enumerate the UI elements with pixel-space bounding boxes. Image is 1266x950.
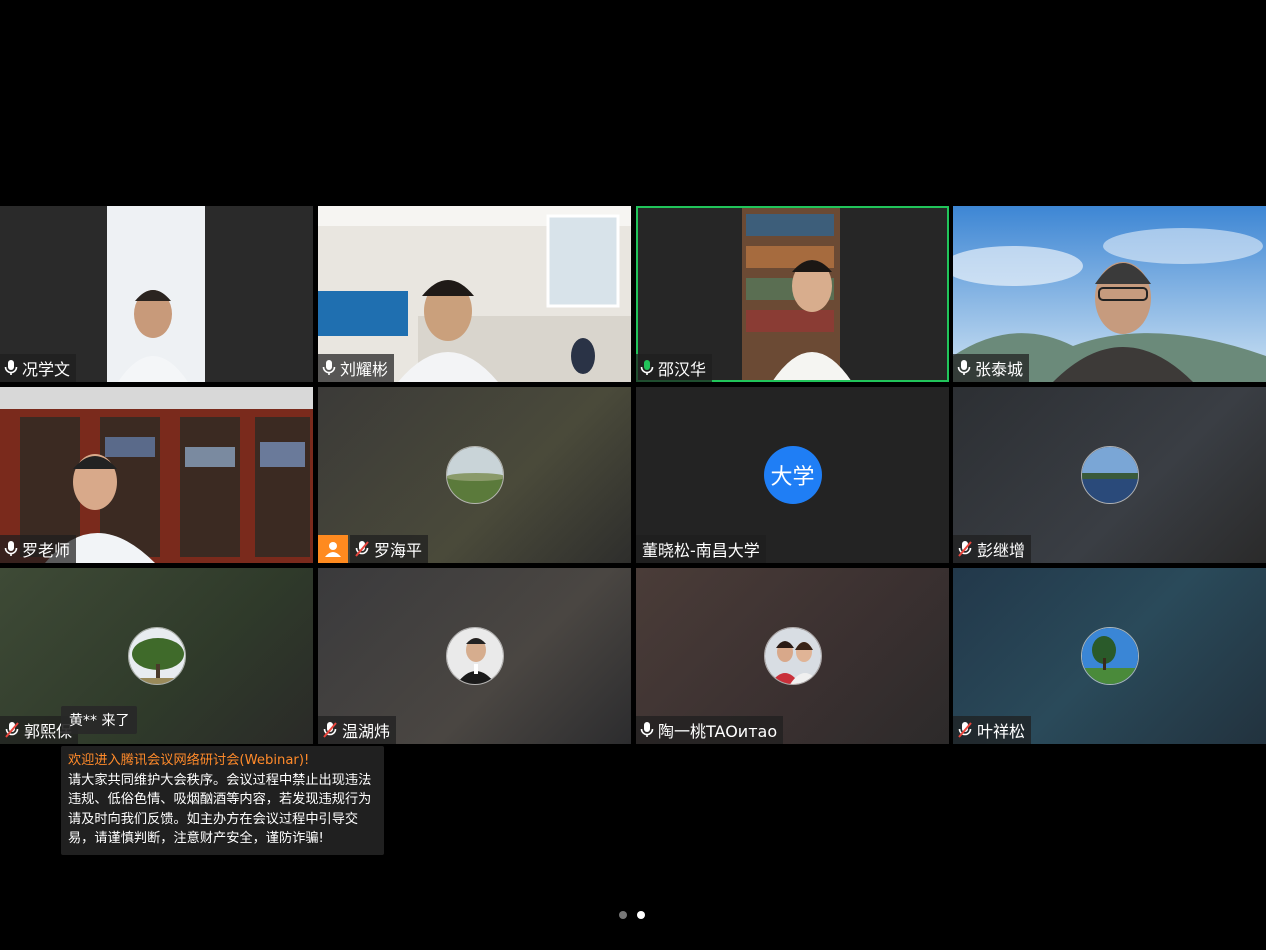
page-dot-2-current[interactable] [637, 911, 645, 919]
participant-avatar [763, 627, 822, 685]
meeting-stage: 况学文 刘耀彬 邵汉华 张泰城 罗老师 罗海平 大学 董晓松-南昌大学 彭继增 … [0, 0, 1266, 950]
mic-muted-icon [323, 722, 337, 738]
mic-icon [640, 722, 654, 737]
participant-name: 陶一桃TAOитао [658, 722, 778, 741]
video-tile-6[interactable]: 罗海平 [318, 387, 631, 563]
video-tile-4[interactable]: 张泰城 [953, 206, 1266, 382]
participant-avatar [127, 627, 186, 685]
mic-speaking-icon [640, 360, 654, 375]
page-dot-1[interactable] [619, 911, 627, 919]
video-tile-9[interactable]: 郭熙保 [0, 568, 313, 744]
participant-name: 况学文 [22, 360, 71, 379]
participant-text-avatar: 大学 [763, 446, 822, 504]
participant-name: 叶祥松 [977, 722, 1026, 741]
participant-name-tag: 温湖炜 [318, 716, 397, 744]
participant-name-tag: 邵汉华 [636, 354, 713, 382]
participant-name: 董晓松-南昌大学 [642, 541, 760, 560]
participant-name-tag: 彭继增 [953, 535, 1032, 563]
participant-avatar [445, 627, 504, 685]
mic-icon [4, 541, 18, 556]
participant-name-tag: 陶一桃TAOитао [636, 716, 784, 744]
webinar-notice: 欢迎进入腾讯会议网络研讨会(Webinar)! 请大家共同维护大会秩序。会议过程… [61, 746, 384, 855]
video-tile-1[interactable]: 况学文 [0, 206, 313, 382]
mic-icon [957, 360, 971, 375]
participant-name: 温湖炜 [342, 722, 391, 741]
video-tile-2[interactable]: 刘耀彬 [318, 206, 631, 382]
participant-name-tag: 罗老师 [0, 535, 77, 563]
host-badge [318, 535, 348, 563]
video-tile-12[interactable]: 叶祥松 [953, 568, 1266, 744]
mic-icon [4, 360, 18, 375]
video-tile-7[interactable]: 大学 董晓松-南昌大学 [636, 387, 949, 563]
join-toast: 黄** 来了 [61, 706, 138, 734]
participant-name: 刘耀彬 [340, 360, 389, 379]
participant-name: 罗海平 [374, 541, 423, 560]
participant-name: 张泰城 [975, 360, 1024, 379]
participant-name: 邵汉华 [658, 360, 707, 379]
mic-muted-icon [958, 541, 972, 557]
participant-name: 罗老师 [22, 541, 71, 560]
notice-body: 请大家共同维护大会秩序。会议过程中禁止出现违法违规、低俗色情、吸烟酗酒等内容，若… [68, 772, 372, 847]
participant-avatar [1080, 446, 1139, 504]
video-tile-10[interactable]: 温湖炜 [318, 568, 631, 744]
mic-icon [322, 360, 336, 375]
participant-name-tag: 刘耀彬 [318, 354, 395, 382]
participant-name-tag: 叶祥松 [953, 716, 1032, 744]
participant-name-tag: 董晓松-南昌大学 [636, 535, 766, 563]
video-tile-3-active-speaker[interactable]: 邵汉华 [636, 206, 949, 382]
video-tile-11[interactable]: 陶一桃TAOитао [636, 568, 949, 744]
participant-avatar [1080, 627, 1139, 685]
notice-title: 欢迎进入腾讯会议网络研讨会(Webinar)! [68, 753, 310, 768]
mic-muted-icon [958, 722, 972, 738]
mic-muted-icon [5, 722, 19, 738]
page-indicator [619, 911, 645, 919]
participant-name-tag: 况学文 [0, 354, 77, 382]
video-tile-8[interactable]: 彭继增 [953, 387, 1266, 563]
participant-avatar [445, 446, 504, 504]
video-tile-5[interactable]: 罗老师 [0, 387, 313, 563]
participant-name-tag: 张泰城 [953, 354, 1030, 382]
participant-name-tag: 罗海平 [350, 535, 429, 563]
mic-muted-icon [355, 541, 369, 557]
participant-name: 彭继增 [977, 541, 1026, 560]
user-icon [325, 542, 341, 557]
